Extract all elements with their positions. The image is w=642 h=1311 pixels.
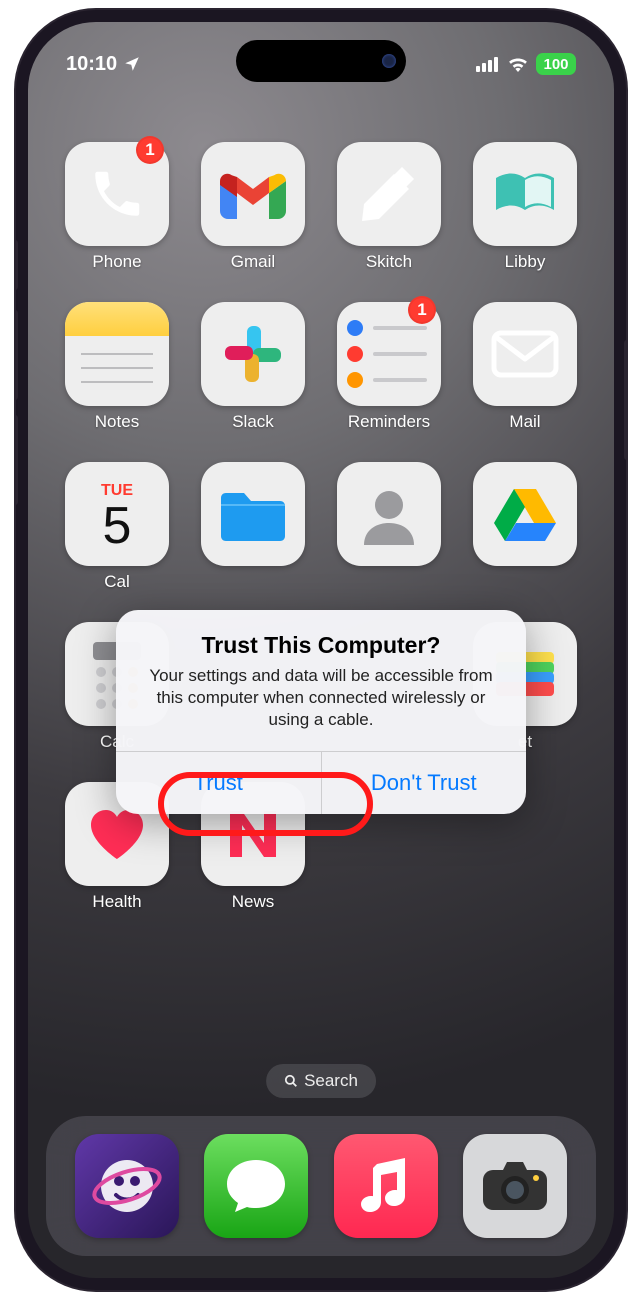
skitch-icon (337, 142, 441, 246)
badge: 1 (408, 296, 436, 324)
app-label: Gmail (231, 252, 275, 272)
side-button-volume-up[interactable] (16, 310, 18, 400)
app-mail[interactable]: Mail (466, 302, 584, 432)
dock-app-camera[interactable] (463, 1134, 567, 1238)
battery-indicator: 100 (536, 53, 576, 75)
mail-icon (473, 302, 577, 406)
dock-app-messages[interactable] (204, 1134, 308, 1238)
app-phone[interactable]: 1 Phone (58, 142, 176, 272)
dock-app-1[interactable] (75, 1134, 179, 1238)
app-reminders[interactable]: 1 Reminders (330, 302, 448, 432)
notes-icon (65, 302, 169, 406)
slack-icon (201, 302, 305, 406)
app-label: Skitch (366, 252, 412, 272)
side-button-volume-down[interactable] (16, 415, 18, 505)
app-libby[interactable]: Libby (466, 142, 584, 272)
contacts-icon (337, 462, 441, 566)
app-contacts[interactable] (330, 462, 448, 592)
app-gmail[interactable]: Gmail (194, 142, 312, 272)
app-drive[interactable] (466, 462, 584, 592)
app-label: Notes (95, 412, 139, 432)
app-label: Phone (92, 252, 141, 272)
location-icon (123, 55, 141, 73)
calendar-day: 5 (103, 500, 132, 552)
cellular-icon (476, 56, 500, 72)
side-button-silent[interactable] (16, 240, 18, 290)
app-files[interactable] (194, 462, 312, 592)
search-label: Search (304, 1071, 358, 1091)
app-slack[interactable]: Slack (194, 302, 312, 432)
app-label: Libby (505, 252, 546, 272)
side-button-power[interactable] (624, 340, 626, 460)
app-label: Mail (509, 412, 540, 432)
dont-trust-button[interactable]: Don't Trust (321, 752, 527, 814)
alert-title: Trust This Computer? (140, 632, 502, 659)
gmail-icon (201, 142, 305, 246)
calendar-icon: TUE 5 (65, 462, 169, 566)
dock-app-music[interactable] (334, 1134, 438, 1238)
alert-message: Your settings and data will be accessibl… (140, 665, 502, 731)
files-icon (201, 462, 305, 566)
libby-icon (473, 142, 577, 246)
badge: 1 (136, 136, 164, 164)
app-label: Health (92, 892, 141, 912)
wifi-icon (507, 56, 529, 72)
trust-alert: Trust This Computer? Your settings and d… (116, 610, 526, 814)
app-label: News (232, 892, 275, 912)
trust-button[interactable]: Trust (116, 752, 321, 814)
app-calendar[interactable]: TUE 5 Cal (58, 462, 176, 592)
app-skitch[interactable]: Skitch (330, 142, 448, 272)
drive-icon (473, 462, 577, 566)
search-icon (284, 1074, 298, 1088)
app-notes[interactable]: Notes (58, 302, 176, 432)
dock (46, 1116, 596, 1256)
status-time: 10:10 (66, 53, 117, 76)
phone-frame: 10:10 100 1 (16, 10, 626, 1290)
app-label: Cal (104, 572, 130, 592)
spotlight-search[interactable]: Search (266, 1064, 376, 1098)
battery-level: 100 (536, 53, 576, 75)
app-label: Reminders (348, 412, 430, 432)
status-bar: 10:10 100 (28, 44, 614, 84)
app-label: Slack (232, 412, 274, 432)
screen: 10:10 100 1 (28, 22, 614, 1278)
